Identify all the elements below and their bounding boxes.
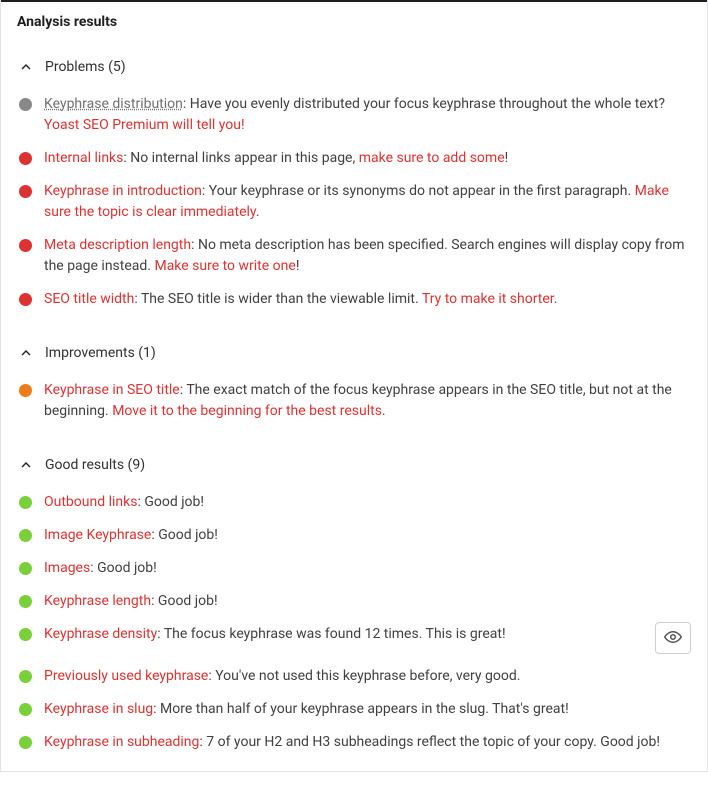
result-text-fragment: : More than half of your keyphrase appea…	[153, 701, 569, 717]
result-text-fragment: .	[554, 291, 558, 307]
result-text-fragment: : Your keyphrase or its synonyms do not …	[202, 183, 635, 199]
status-bullet-green	[19, 736, 32, 749]
status-bullet-green	[19, 595, 32, 608]
status-bullet-green	[19, 496, 32, 509]
result-text: Keyphrase length: Good job!	[44, 591, 691, 612]
result-text-fragment: : No internal links appear in this page,	[123, 150, 358, 166]
result-text-fragment: : Good job!	[137, 494, 204, 510]
status-bullet-green	[19, 628, 32, 641]
section-toggle-good[interactable]: Good results (9)	[17, 444, 691, 486]
result-list: Outbound links: Good job!Image Keyphrase…	[17, 486, 691, 767]
result-item: Previously used keyphrase: You've not us…	[17, 660, 691, 693]
result-item: Images: Good job!	[17, 552, 691, 585]
status-bullet-orange	[19, 384, 32, 397]
result-text-fragment: : Good job!	[151, 527, 218, 543]
result-text-fragment: : Good job!	[151, 593, 218, 609]
chevron-up-icon	[17, 58, 35, 76]
status-bullet-red	[19, 152, 32, 165]
result-text: Outbound links: Good job!	[44, 492, 691, 513]
result-link[interactable]: Internal links	[44, 150, 123, 166]
result-text-fragment: : 7 of your H2 and H3 subheadings reflec…	[199, 734, 660, 750]
section-toggle-improvements[interactable]: Improvements (1)	[17, 332, 691, 374]
section-improvements: Improvements (1) Keyphrase in SEO title: …	[1, 328, 707, 440]
result-item: Keyphrase in slug: More than half of you…	[17, 693, 691, 726]
result-link[interactable]: Image Keyphrase	[44, 527, 151, 543]
status-bullet-green	[19, 562, 32, 575]
result-link[interactable]: Outbound links	[44, 494, 137, 510]
status-bullet-green	[19, 529, 32, 542]
result-text-fragment: : Have you evenly distributed your focus…	[183, 96, 665, 112]
result-link[interactable]: Keyphrase in introduction	[44, 183, 202, 199]
result-text-fragment: .	[382, 403, 386, 419]
status-bullet-green	[19, 703, 32, 716]
result-text: Internal links: No internal links appear…	[44, 148, 691, 169]
result-text: Keyphrase in subheading: 7 of your H2 an…	[44, 732, 691, 753]
result-link[interactable]: Keyphrase density	[44, 626, 157, 642]
status-bullet-red	[19, 185, 32, 198]
result-item: Image Keyphrase: Good job!	[17, 519, 691, 552]
result-text: Keyphrase in SEO title: The exact match …	[44, 380, 691, 422]
result-item: Meta description length: No meta descrip…	[17, 229, 691, 283]
result-link[interactable]: make sure to add some	[359, 150, 505, 166]
section-label: Improvements (1)	[45, 345, 156, 361]
result-list: Keyphrase distribution: Have you evenly …	[17, 88, 691, 324]
result-item: Keyphrase in subheading: 7 of your H2 an…	[17, 726, 691, 759]
section-label: Problems (5)	[45, 59, 126, 75]
result-link[interactable]: Keyphrase in slug	[44, 701, 153, 717]
result-text-fragment: : You've not used this keyphrase before,…	[208, 668, 520, 684]
analysis-panel: Analysis results Problems (5) Keyphrase d…	[0, 0, 708, 772]
result-link[interactable]: Yoast SEO Premium will tell you!	[44, 117, 245, 133]
section-toggle-problems[interactable]: Problems (5)	[17, 46, 691, 88]
status-bullet-red	[19, 239, 32, 252]
result-text: Images: Good job!	[44, 558, 691, 579]
result-text: Keyphrase in slug: More than half of you…	[44, 699, 691, 720]
panel-title: Analysis results	[17, 14, 691, 30]
section-problems: Problems (5) Keyphrase distribution: Have…	[1, 42, 707, 328]
result-text: Keyphrase in introduction: Your keyphras…	[44, 181, 691, 223]
status-bullet-red	[19, 293, 32, 306]
result-link[interactable]: Try to make it shorter	[422, 291, 554, 307]
result-text: SEO title width: The SEO title is wider …	[44, 289, 691, 310]
result-link[interactable]: Move it to the beginning for the best re…	[112, 403, 382, 419]
result-link[interactable]: Meta description length	[44, 237, 191, 253]
result-link[interactable]: Keyphrase distribution	[44, 96, 183, 112]
result-text: Image Keyphrase: Good job!	[44, 525, 691, 546]
result-text: Previously used keyphrase: You've not us…	[44, 666, 691, 687]
result-text: Meta description length: No meta descrip…	[44, 235, 691, 277]
result-link[interactable]: Make sure to write one	[154, 258, 295, 274]
result-text-fragment: : The SEO title is wider than the viewab…	[134, 291, 422, 307]
result-text-fragment: !	[296, 258, 300, 274]
result-link[interactable]: Keyphrase in subheading	[44, 734, 199, 750]
section-label: Good results (9)	[45, 457, 145, 473]
result-item: Outbound links: Good job!	[17, 486, 691, 519]
panel-title-bar: Analysis results	[1, 0, 707, 42]
status-bullet-gray	[19, 98, 32, 111]
result-text-fragment: .	[256, 204, 260, 220]
section-good: Good results (9)Outbound links: Good job…	[1, 440, 707, 771]
eye-icon	[664, 628, 682, 649]
result-link[interactable]: Previously used keyphrase	[44, 668, 208, 684]
result-link[interactable]: Keyphrase in SEO title	[44, 382, 180, 398]
result-text-fragment: !	[505, 150, 509, 166]
result-item: Keyphrase density: The focus keyphrase w…	[17, 618, 691, 660]
highlight-toggle-button[interactable]	[655, 622, 691, 654]
result-link[interactable]: Images	[44, 560, 90, 576]
result-text-fragment: : The focus keyphrase was found 12 times…	[157, 626, 505, 642]
result-link[interactable]: SEO title width	[44, 291, 134, 307]
result-item: Keyphrase distribution: Have you evenly …	[17, 88, 691, 142]
result-list: Keyphrase in SEO title: The exact match …	[17, 374, 691, 436]
status-bullet-green	[19, 670, 32, 683]
result-text: Keyphrase distribution: Have you evenly …	[44, 94, 691, 136]
result-item: Keyphrase in SEO title: The exact match …	[17, 374, 691, 428]
result-item: SEO title width: The SEO title is wider …	[17, 283, 691, 316]
result-item: Internal links: No internal links appear…	[17, 142, 691, 175]
sections-root: Problems (5) Keyphrase distribution: Have…	[1, 42, 707, 771]
result-link[interactable]: Keyphrase length	[44, 593, 151, 609]
result-item: Keyphrase in introduction: Your keyphras…	[17, 175, 691, 229]
result-text-fragment: : Good job!	[90, 560, 157, 576]
result-text: Keyphrase density: The focus keyphrase w…	[44, 624, 637, 645]
chevron-up-icon	[17, 344, 35, 362]
chevron-up-icon	[17, 456, 35, 474]
result-item: Keyphrase length: Good job!	[17, 585, 691, 618]
